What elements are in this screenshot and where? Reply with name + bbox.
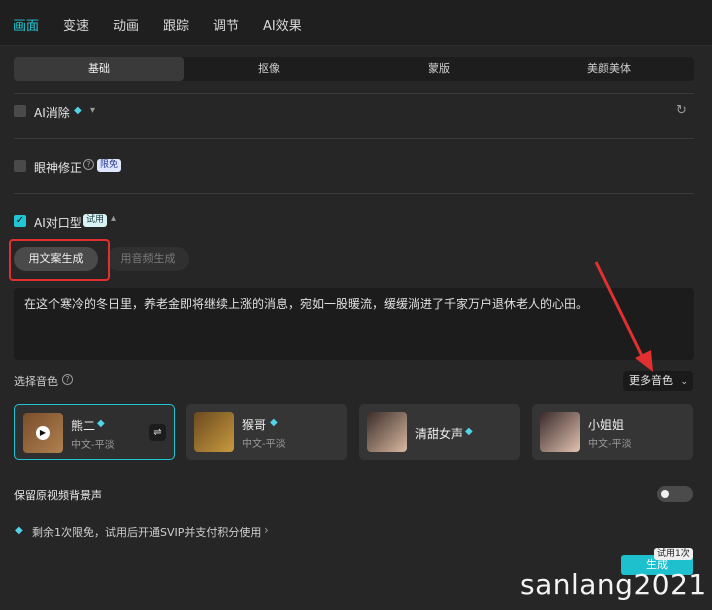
arrow-line xyxy=(594,261,647,363)
arrow-head xyxy=(635,350,653,372)
annotation-arrow xyxy=(594,261,653,372)
watermark: sanlang2021 xyxy=(520,568,707,601)
